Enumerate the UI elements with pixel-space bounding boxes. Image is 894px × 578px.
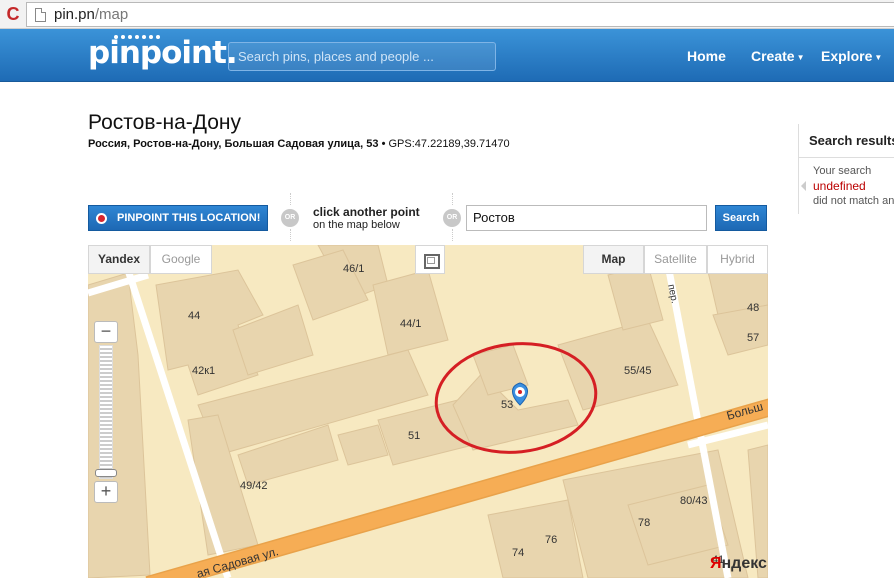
arrow-left-icon <box>801 181 806 191</box>
site-search-input[interactable]: Search pins, places and people ... <box>228 42 496 71</box>
results-text-1: Your search <box>813 165 872 177</box>
address-bar[interactable]: pin.pn/map <box>26 2 894 27</box>
map-provider-google[interactable]: Google <box>150 245 212 274</box>
site-header: pinpoint. Search pins, places and people… <box>0 29 894 82</box>
map-label: 57 <box>747 332 759 344</box>
map-label: 53 <box>501 399 513 411</box>
zoom-slider-handle[interactable] <box>95 469 117 477</box>
map-label: 74 <box>512 547 524 559</box>
location-pin-icon <box>512 382 528 406</box>
map-mode-hybrid[interactable]: Hybrid <box>707 245 768 274</box>
location-search-button[interactable]: Search <box>715 205 767 231</box>
results-query: undefined <box>813 179 866 193</box>
fullscreen-icon[interactable] <box>415 245 445 274</box>
map-label: 78 <box>638 517 650 529</box>
browser-toolbar: C pin.pn/map <box>0 0 894 29</box>
map-block <box>487 499 584 578</box>
chevron-down-icon: ▼ <box>796 52 805 62</box>
map-label: 48 <box>747 302 759 314</box>
zoom-in-button[interactable]: + <box>94 481 118 503</box>
map-label: 76 <box>545 534 557 546</box>
url-text: pin.pn/map <box>54 6 129 23</box>
zoom-slider-track[interactable] <box>99 345 113 479</box>
hint-line-1: click another point <box>313 205 420 219</box>
zoom-control: − + <box>94 321 118 503</box>
nav-explore[interactable]: Explore ▼ <box>821 48 882 64</box>
nav-create[interactable]: Create ▼ <box>751 48 805 64</box>
map-provider-yandex[interactable]: Yandex <box>88 245 150 274</box>
map-block <box>337 424 389 466</box>
gps-coordinates: GPS:47.22189,39.71470 <box>388 138 510 150</box>
nav-home[interactable]: Home <box>687 48 726 64</box>
search-results-panel: Search results Your search undefined did… <box>798 124 894 214</box>
chevron-down-icon: ▼ <box>874 52 883 62</box>
zoom-out-button[interactable]: − <box>94 321 118 343</box>
results-text-2: did not match any <box>813 195 894 207</box>
map-block <box>607 264 664 331</box>
record-dot-icon <box>96 213 107 224</box>
map-label: 51 <box>408 430 420 442</box>
map-mode-satellite[interactable]: Satellite <box>644 245 707 274</box>
map-canvas[interactable]: 46/1 44 44/1 42к1 53 55/45 48 57 51 49/4… <box>88 245 768 578</box>
reload-icon[interactable]: C <box>3 4 23 24</box>
map-view[interactable]: 46/1 44 44/1 42к1 53 55/45 48 57 51 49/4… <box>88 245 768 578</box>
location-input[interactable]: Ростов <box>466 205 707 231</box>
page-icon <box>35 8 46 22</box>
page-title: Ростов-на-Дону <box>88 111 241 134</box>
map-label: 44 <box>188 310 200 322</box>
place-address: Россия, Ростов-на-Дону, Большая Садовая … <box>88 138 510 150</box>
map-label: 44/1 <box>400 318 421 330</box>
map-label: 80/43 <box>680 495 708 507</box>
map-label: 55/45 <box>624 365 652 377</box>
search-results-title: Search results <box>809 133 894 148</box>
or-separator: OR <box>443 209 461 227</box>
street-label-lane: пер. <box>665 283 680 304</box>
map-block <box>557 319 679 411</box>
map-label: 49/42 <box>240 480 268 492</box>
or-separator: OR <box>281 209 299 227</box>
map-block <box>372 269 449 356</box>
yandex-logo: Яндекс <box>710 555 767 572</box>
map-label: 46/1 <box>343 263 364 275</box>
pinpoint-location-button[interactable]: PINPOINT THIS LOCATION! <box>88 205 268 231</box>
hint-line-2: on the map below <box>313 219 400 231</box>
logo-dots <box>114 35 184 41</box>
map-mode-map[interactable]: Map <box>583 245 644 274</box>
map-label: 42к1 <box>192 365 215 377</box>
